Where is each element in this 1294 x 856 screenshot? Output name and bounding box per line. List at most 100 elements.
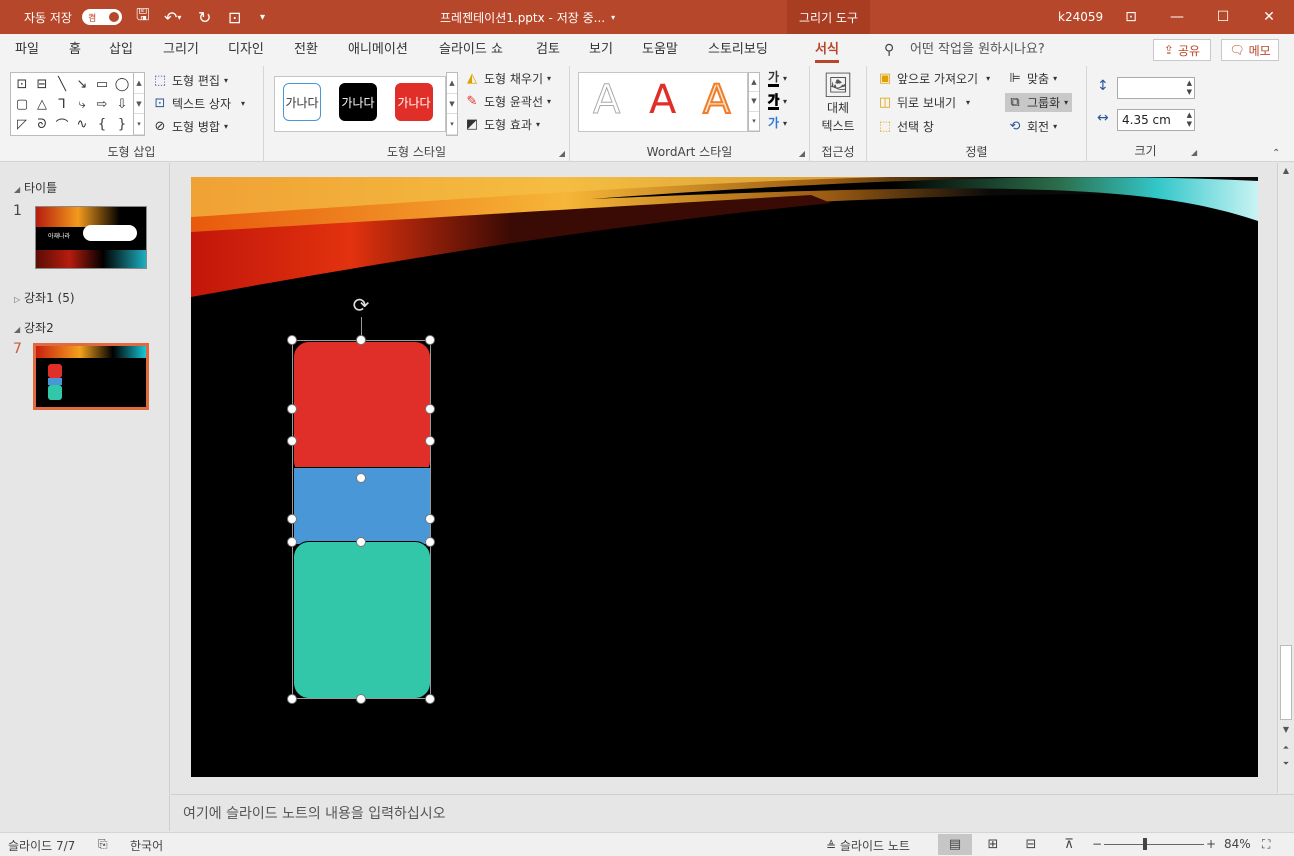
fit-to-window-icon[interactable]: ⛶ [1262, 837, 1270, 852]
tab-help[interactable]: 도움말 [642, 34, 678, 66]
resize-handle-bottom[interactable] [356, 694, 366, 704]
tab-view[interactable]: 보기 [589, 34, 613, 66]
next-slide-icon[interactable]: ⏷ [1278, 759, 1294, 769]
merge-shapes-button[interactable]: ⊘ 도형 병합 ▾ [152, 118, 228, 135]
wordart-style-orange[interactable]: A [702, 76, 731, 124]
gallery-more-icon[interactable]: ▾ [134, 114, 144, 136]
triangle-shape-icon[interactable]: △ [32, 94, 52, 114]
resize-handle-top-left[interactable] [287, 335, 297, 345]
tab-animations[interactable]: 애니메이션 [348, 34, 408, 66]
resize-handle-left[interactable] [287, 436, 297, 446]
scroll-down-icon[interactable]: ▼ [749, 92, 759, 112]
text-outline-button[interactable]: 가 ▾ [767, 93, 787, 110]
undo-icon[interactable]: ↶ ▾ [164, 0, 181, 34]
resize-handle-bottom-left[interactable] [287, 694, 297, 704]
wordart-style-outline[interactable]: A [592, 77, 620, 124]
scribble-shape-icon[interactable]: ᘐ [32, 114, 52, 134]
style-swatch-outline[interactable]: 가나다 [283, 83, 321, 121]
group-button[interactable]: ⧉ 그룹화 ▾ [1005, 93, 1073, 112]
minimize-button[interactable]: — [1154, 0, 1200, 34]
align-button[interactable]: ⊫ 맞춤 ▾ [1007, 70, 1057, 87]
wordart-gallery-scroll[interactable]: ▲ ▼ ▾ [748, 72, 760, 132]
gallery-more-icon[interactable]: ▾ [447, 114, 457, 136]
section-lesson2[interactable]: ◢ 강좌2 [14, 319, 54, 336]
right-brace-shape-icon[interactable]: } [112, 114, 132, 134]
edit-shape-button[interactable]: ⬚ 도형 편집 ▾ [152, 72, 228, 89]
style-gallery-scroll[interactable]: ▲ ▼ ▾ [446, 72, 458, 136]
redo-icon[interactable]: ↻ [198, 0, 211, 34]
shape-fill-button[interactable]: ◭ 도형 채우기 ▾ [464, 70, 551, 87]
freeform-shape-icon[interactable]: ◸ [12, 114, 32, 134]
scroll-up-icon[interactable]: ▲ [749, 73, 759, 93]
section-expand-icon[interactable]: ▷ [14, 295, 20, 304]
zoom-in-icon[interactable]: + [1206, 837, 1216, 851]
resize-handle-mid[interactable] [356, 473, 366, 483]
text-box-button[interactable]: ⊡ 텍스트 상자 ▾ [152, 95, 245, 112]
zoom-slider-track[interactable] [1104, 844, 1204, 845]
resize-handle-right[interactable] [425, 436, 435, 446]
style-swatch-red[interactable]: 가나다 [395, 83, 433, 121]
share-button[interactable]: ⇪ 공유 [1153, 39, 1211, 61]
text-fill-button[interactable]: 가 ▾ [768, 70, 787, 87]
alt-text-button[interactable]: 🖼 대체 텍스트 [818, 72, 858, 134]
tab-transitions[interactable]: 전환 [294, 34, 318, 66]
resize-handle-right-lower[interactable] [425, 514, 435, 524]
reading-view-icon[interactable]: ⊟ [1014, 834, 1048, 855]
wordart-style-red[interactable]: A [649, 77, 676, 123]
notes-toggle-button[interactable]: ≜ 슬라이드 노트 [826, 837, 910, 854]
previous-slide-icon[interactable]: ⏶ [1278, 743, 1294, 753]
resize-handle-left-upper[interactable] [287, 404, 297, 414]
shape-style-gallery[interactable]: 가나다 가나다 가나다 [274, 76, 446, 132]
save-icon[interactable]: 🖫 [136, 0, 150, 34]
vertical-scrollbar[interactable]: ▲ ▼ ⏶ ⏷ [1277, 163, 1294, 793]
slide-thumbnail-7[interactable] [33, 343, 149, 410]
slide-canvas[interactable]: ⟳ [191, 177, 1258, 777]
ribbon-display-icon[interactable]: ⊡ [1108, 0, 1154, 34]
search-icon[interactable]: ⚲ [884, 42, 894, 58]
resize-handle-left-lower[interactable] [287, 514, 297, 524]
zoom-slider-knob[interactable] [1143, 838, 1147, 850]
language-indicator[interactable]: 한국어 [130, 837, 163, 854]
close-button[interactable]: ✕ [1246, 0, 1292, 34]
arc-shape-icon[interactable]: ⌒ [52, 114, 72, 134]
rotate-button[interactable]: ⟲ 회전 ▾ [1007, 118, 1058, 135]
resize-handle-top-right[interactable] [425, 335, 435, 345]
shapes-gallery[interactable]: ⊡ ⊟ ╲ ↘ ▭ ◯ ▢ △ ⅂ ⤷ ⇨ ⇩ ◸ ᘐ ⌒ ∿ { } [10, 72, 134, 136]
shape-effects-button[interactable]: ◩ 도형 효과 ▾ [464, 116, 540, 133]
resize-handle-right-bottom-shape[interactable] [425, 537, 435, 547]
shape-outline-button[interactable]: ✎ 도형 윤곽선 ▾ [464, 93, 551, 110]
section-lesson1[interactable]: ▷ 강좌1 (5) [14, 289, 75, 306]
section-collapse-icon[interactable]: ◢ [14, 185, 20, 194]
tab-review[interactable]: 검토 [536, 34, 560, 66]
curve-shape-icon[interactable]: ∿ [72, 114, 92, 134]
resize-handle-top[interactable] [356, 335, 366, 345]
tab-design[interactable]: 디자인 [228, 34, 264, 66]
down-arrow-shape-icon[interactable]: ⇩ [112, 94, 132, 114]
rotate-handle-icon[interactable]: ⟳ [349, 293, 373, 317]
vertical-textbox-shape-icon[interactable]: ⊟ [32, 74, 52, 94]
height-spinner[interactable]: ▲ ▼ [1187, 79, 1192, 97]
dialog-launcher-icon[interactable]: ◢ [1191, 148, 1197, 157]
resize-handle-bottom-right[interactable] [425, 694, 435, 704]
shape-height-field[interactable]: ▲ ▼ [1117, 77, 1195, 99]
tell-me-search[interactable]: 어떤 작업을 원하시나요? [910, 34, 1045, 66]
slide-sorter-view-icon[interactable]: ⊞ [976, 834, 1010, 855]
collapse-ribbon-icon[interactable]: ⌃ [1272, 148, 1280, 159]
slide-thumbnail-1[interactable]: 아재나라 [35, 206, 147, 269]
wordart-gallery[interactable]: A A A [578, 72, 748, 132]
tab-insert[interactable]: 삽입 [109, 34, 133, 66]
resize-handle-mid-lower[interactable] [356, 537, 366, 547]
line-shape-icon[interactable]: ╲ [52, 74, 72, 94]
rounded-rect-shape-icon[interactable]: ▢ [12, 94, 32, 114]
zoom-out-icon[interactable]: − [1092, 837, 1102, 851]
oval-shape-icon[interactable]: ◯ [112, 74, 132, 94]
dialog-launcher-icon[interactable]: ◢ [799, 149, 805, 158]
scroll-down-icon[interactable]: ▼ [134, 94, 144, 115]
scroll-up-icon[interactable]: ▲ [447, 73, 457, 94]
text-effects-button[interactable]: 가 ▾ [768, 116, 787, 130]
tab-file[interactable]: 파일 [15, 34, 39, 66]
resize-handle-left-bottom-shape[interactable] [287, 537, 297, 547]
connector-shape-icon[interactable]: ⅂ [52, 94, 72, 114]
scroll-up-arrow-icon[interactable]: ▲ [1278, 166, 1294, 175]
bring-forward-button[interactable]: ▣ 앞으로 가져오기 ▾ [877, 70, 990, 87]
